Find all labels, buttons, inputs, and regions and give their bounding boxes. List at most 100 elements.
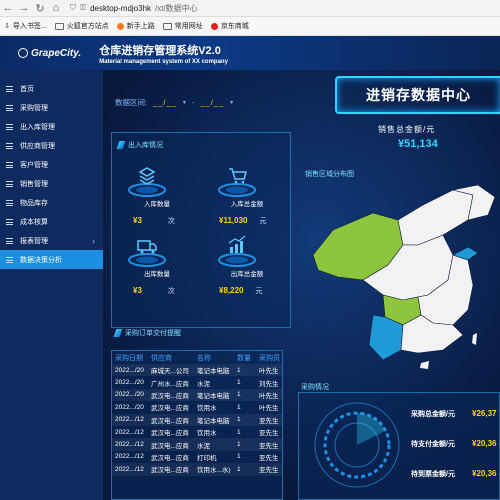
menu-icon	[6, 180, 13, 187]
table-row[interactable]: 2022.../12 武汉电...应商 笔记本电脑 1 亚先生	[112, 413, 282, 426]
title-decor-icon	[113, 329, 123, 337]
col-supplier: 供应商	[151, 354, 172, 362]
bookmark-import[interactable]: ⇩ 导入书签...	[4, 21, 47, 31]
menu-icon	[6, 237, 13, 244]
bookmarks-bar: ⇩ 导入书签... 火狐官方站点 新手上路 常用网址 京东商城	[0, 17, 500, 36]
bookmark-jd[interactable]: 京东商城	[210, 21, 249, 31]
china-map	[312, 185, 496, 369]
purchase-value: ¥20,36	[472, 439, 497, 448]
purchase-label: 采购总金额/元	[411, 411, 455, 418]
truck-icon	[128, 240, 166, 267]
map-region-north	[397, 189, 474, 246]
purchase-title: 采购情况	[301, 384, 329, 391]
menu-icon	[6, 161, 13, 168]
menu-icon	[6, 123, 13, 130]
purchase-value: ¥20,36	[472, 469, 497, 478]
logo: GrapeCity.	[18, 48, 81, 59]
bookmark-common[interactable]: 常用网址	[162, 21, 203, 31]
map-title: 销售区域分布图	[305, 171, 354, 178]
menu-icon	[6, 256, 13, 263]
table-row[interactable]: 2022.../12 武汉电...应商 饮用水...水) 1 亚先生	[112, 463, 282, 476]
date-from-dropdown-icon[interactable]: ▾	[183, 99, 186, 106]
banner: 进销存数据中心	[335, 76, 500, 114]
stat-out-amount: 出库总金额 ¥8,220 元	[217, 232, 307, 296]
back-icon[interactable]: ←	[0, 0, 16, 16]
inout-title: 出入库情况	[128, 142, 163, 149]
table-row[interactable]: 2022.../20 麻城天...公司 笔记本电脑 1 叶先生	[112, 364, 282, 377]
radar-icon	[314, 402, 400, 488]
sidebar-item-inout[interactable]: 出入库管理	[0, 117, 103, 136]
table-row[interactable]: 2022.../12 武汉电...应商 水泥 1 亚先生	[112, 438, 282, 451]
date-range: 数据区间: __/__ ▾ - __/__ ▾	[115, 97, 233, 108]
stat-in-count: 入库数量 ¥3 次	[127, 162, 217, 226]
folder-icon	[54, 22, 64, 30]
orders-title: 采购订单交付提醒	[125, 330, 181, 337]
browser-toolbar: ← → ↻ ⌂ ⛉ ⚿ desktop-mdjo3hk/xt/数据中心	[0, 0, 500, 17]
url-host: desktop-mdjo3hk	[90, 3, 152, 13]
sidebar-item-cost[interactable]: 成本核算	[0, 212, 103, 231]
orders-table: 采购日期 供应商 名称 数量 采购员 2022.../20 麻城天...公司 笔记本…	[111, 350, 283, 500]
logo-icon	[18, 48, 28, 58]
col-buyer: 采购员	[259, 354, 280, 362]
purchase-panel: 采购总金额/元 ¥26,37 待支付金额/元 ¥20,36 待到票金额/元 ¥20,3…	[298, 392, 500, 500]
chevron-right-icon: ›	[92, 235, 95, 246]
sidebar-item-supplier[interactable]: 供应商管理	[0, 136, 103, 155]
stat-out-count: 出库数量 ¥3 次	[127, 232, 217, 296]
address-bar[interactable]: ⛉ ⚿ desktop-mdjo3hk/xt/数据中心	[70, 3, 198, 14]
app-header: GrapeCity. 仓库进销存管理系统V2.0 Material manage…	[0, 36, 500, 70]
col-qty: 数量	[237, 354, 251, 362]
date-to-dropdown-icon[interactable]: ▾	[230, 99, 233, 106]
url-path: /xt/数据中心	[155, 3, 198, 13]
growth-chart-icon	[218, 235, 256, 267]
map-region-taiwan	[472, 333, 477, 345]
home-icon[interactable]: ⌂	[48, 0, 64, 16]
sidebar-item-customer[interactable]: 客户管理	[0, 155, 103, 174]
col-name: 名称	[197, 354, 211, 362]
title-decor-icon	[116, 141, 126, 149]
app-subtitle: Material management system of XX company	[99, 58, 228, 65]
import-icon: ⇩	[4, 23, 10, 30]
cart-icon	[218, 168, 256, 197]
stack-icon	[128, 167, 166, 197]
table-row[interactable]: 2022.../12 武汉电...应商 打印机 1 亚先生	[112, 451, 282, 463]
firefox-icon	[116, 22, 124, 30]
sales-total-label: 销售总金额/元	[378, 125, 436, 134]
lock-icon: ⚿	[80, 3, 87, 12]
col-date: 采购日期	[115, 354, 143, 362]
date-to-input[interactable]: __/__	[200, 98, 224, 107]
date-from-input[interactable]: __/__	[153, 98, 177, 107]
sidebar: 首页 采购管理 出入库管理 供应商管理 客户管理 销售管理 物品库存 成本核算 …	[0, 70, 103, 500]
table-row[interactable]: 2022.../20 武汉电...应商 饮用水 1 叶先生	[112, 401, 282, 413]
sidebar-item-purchase[interactable]: 采购管理	[0, 98, 103, 117]
reload-icon[interactable]: ↻	[32, 0, 48, 16]
sidebar-item-reports[interactable]: 报表管理 ›	[0, 231, 103, 250]
forward-icon[interactable]: →	[16, 0, 32, 16]
bookmark-firefox[interactable]: 火狐官方站点	[54, 21, 109, 31]
table-row[interactable]: 2022.../20 广州水...应商 水泥 1 刘先生	[112, 376, 282, 388]
folder-icon	[162, 22, 172, 30]
table-row[interactable]: 2022.../20 武汉电...应商 笔记本电脑 1 叶先生	[112, 388, 282, 402]
date-label: 数据区间:	[115, 98, 148, 107]
shield-icon: ⛉	[70, 3, 76, 12]
menu-icon	[6, 218, 13, 225]
jd-icon	[210, 22, 218, 30]
sidebar-item-data-analysis[interactable]: 数据决策分析	[0, 250, 103, 269]
banner-title: 进销存数据中心	[366, 87, 471, 103]
purchase-label: 待支付金额/元	[411, 441, 455, 448]
orders-title-row: 采购订单交付提醒	[113, 328, 181, 338]
purchase-value: ¥26,37	[472, 409, 497, 418]
purchase-label: 待到票金额/元	[411, 471, 455, 478]
sidebar-item-sales[interactable]: 销售管理	[0, 174, 103, 193]
sidebar-item-home[interactable]: 首页	[0, 79, 103, 98]
sidebar-item-stock[interactable]: 物品库存	[0, 193, 103, 212]
bookmark-getting-started[interactable]: 新手上路	[116, 21, 155, 31]
app-title: 仓库进销存管理系统V2.0	[99, 44, 221, 57]
menu-icon	[6, 199, 13, 206]
menu-icon	[6, 142, 13, 149]
menu-icon	[6, 104, 13, 111]
menu-icon	[6, 85, 13, 92]
purchase-list: 采购总金额/元 ¥26,37 待支付金额/元 ¥20,36 待到票金额/元 ¥20,3…	[411, 409, 496, 479]
stats-grid: 入库数量 ¥3 次 入库总金额 ¥11,030 元 出库数量 ¥3 次 出库总金额 ¥…	[127, 162, 307, 296]
stat-in-amount: 入库总金额 ¥11,030 元	[217, 162, 307, 226]
table-row[interactable]: 2022.../12 武汉电...应商 饮用水 1 亚先生	[112, 426, 282, 438]
